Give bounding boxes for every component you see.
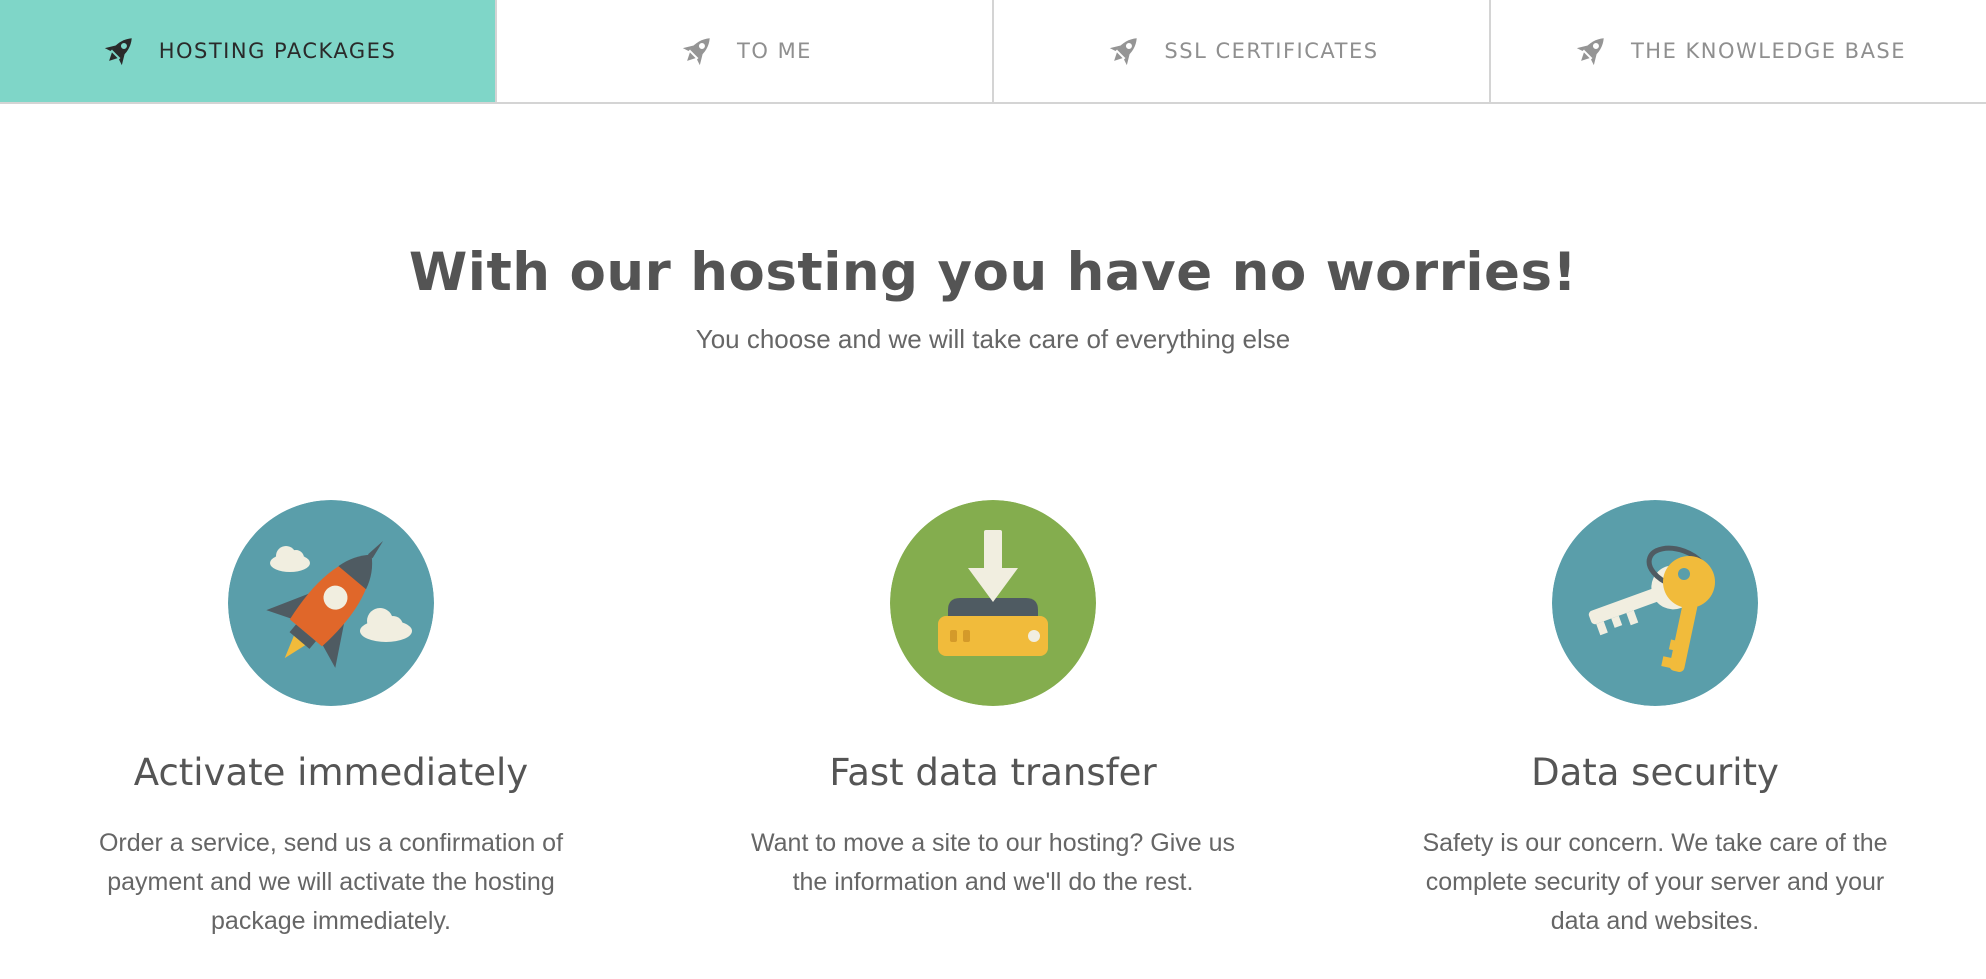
feature-title: Fast data transfer: [829, 751, 1157, 794]
rocket-icon: [1104, 31, 1144, 71]
tab-ssl-certificates[interactable]: SSL CERTIFICATES: [994, 0, 1491, 102]
rocket-icon: [677, 31, 717, 71]
rocket-launch-icon: [228, 500, 434, 706]
keys-icon: [1552, 500, 1758, 706]
tab-label: SSL CERTIFICATES: [1164, 39, 1379, 63]
feature-title: Data security: [1531, 751, 1779, 794]
page-subtitle: You choose and we will take care of ever…: [695, 324, 1291, 354]
hero-section: With our hosting you have no worries! Yo…: [0, 228, 1986, 355]
page-title: With our hosting you have no worries!: [408, 242, 1578, 303]
rocket-icon: [99, 31, 139, 71]
tab-label: HOSTING PACKAGES: [158, 39, 397, 63]
tab-hosting-packages[interactable]: HOSTING PACKAGES: [0, 0, 497, 102]
top-tab-bar: HOSTING PACKAGES TO ME SSL CERTIFICATES …: [0, 0, 1986, 104]
feature-data-transfer: Fast data transfer Want to move a site t…: [662, 500, 1324, 941]
tab-label: TO ME: [737, 39, 812, 63]
feature-title: Activate immediately: [133, 751, 529, 794]
tab-knowledge-base[interactable]: THE KNOWLEDGE BASE: [1491, 0, 1986, 102]
feature-activate: Activate immediately Order a service, se…: [0, 500, 662, 941]
feature-description: Want to move a site to our hosting? Give…: [750, 829, 1236, 896]
feature-description: Safety is our concern. We take care of t…: [1422, 829, 1888, 935]
feature-description: Order a service, send us a confirmation …: [98, 829, 564, 935]
download-drive-icon: [890, 500, 1096, 706]
rocket-icon: [1571, 31, 1611, 71]
feature-data-security: Data security Safety is our concern. We …: [1324, 500, 1986, 941]
tab-label: THE KNOWLEDGE BASE: [1630, 39, 1907, 63]
features-row: Activate immediately Order a service, se…: [0, 500, 1986, 941]
tab-to-me[interactable]: TO ME: [497, 0, 994, 102]
